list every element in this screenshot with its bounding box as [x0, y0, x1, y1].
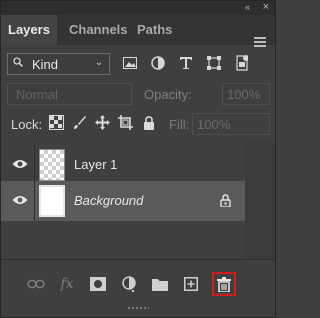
adjustment-layer-icon[interactable] [119, 274, 139, 294]
visibility-eye-icon[interactable] [12, 194, 28, 206]
smart-object-filter-icon[interactable] [233, 54, 251, 72]
panel-menu-icon[interactable] [254, 37, 266, 49]
shape-filter-icon[interactable] [205, 54, 223, 72]
fill-field[interactable]: 100% [192, 113, 270, 135]
delete-layer-icon [217, 276, 231, 292]
delete-layer-button[interactable] [212, 272, 236, 296]
search-icon [13, 57, 23, 67]
lock-label: Lock: [11, 117, 43, 132]
lock-all-icon[interactable] [140, 114, 157, 131]
type-filter-icon[interactable] [177, 54, 195, 72]
bottom-icons-group: fx [26, 272, 236, 296]
layer-name[interactable]: Layer 1 [74, 157, 117, 172]
add-mask-icon[interactable] [88, 274, 108, 294]
layers-bottom-toolbar: fx [1, 260, 275, 312]
link-layers-icon[interactable] [26, 274, 46, 294]
layers-panel: « × Layers Channels Paths Kind ⌄ Normal … [0, 0, 276, 318]
opacity-label: Opacity: [144, 87, 192, 102]
filter-icons-group [121, 54, 251, 72]
layer-thumbnail [39, 149, 65, 181]
lock-image-pixels-icon[interactable] [71, 114, 88, 131]
panel-title-strip: « × [1, 1, 275, 15]
new-layer-icon[interactable] [181, 274, 201, 294]
tab-layers[interactable]: Layers [1, 15, 57, 45]
close-panel-icon[interactable]: × [263, 1, 269, 13]
adjustment-filter-icon[interactable] [149, 54, 167, 72]
visibility-eye-icon[interactable] [12, 158, 28, 170]
layers-scroll-area[interactable] [245, 141, 275, 259]
blend-mode-select[interactable]: Normal [7, 83, 132, 105]
lock-transparent-pixels-icon[interactable] [48, 114, 65, 131]
lock-position-icon[interactable] [94, 114, 111, 131]
kind-filter-select[interactable]: Kind ⌄ [7, 53, 110, 75]
tab-channels[interactable]: Channels [62, 15, 135, 45]
lock-artboard-icon[interactable] [117, 114, 134, 131]
layer-row-background[interactable]: Background [1, 181, 245, 221]
collapse-panel-icon[interactable]: « [245, 2, 250, 12]
layer-lock-icon[interactable] [220, 194, 231, 207]
chevron-down-icon: ⌄ [94, 57, 103, 68]
layer-thumbnail [39, 185, 65, 217]
panel-resize-grip[interactable] [127, 306, 149, 310]
tab-paths[interactable]: Paths [130, 15, 179, 45]
panel-tab-bar: Layers Channels Paths [1, 15, 275, 47]
layer-row-layer-1[interactable]: Layer 1 [1, 145, 245, 185]
kind-filter-label: Kind [32, 57, 59, 72]
lock-icons-group [48, 114, 157, 131]
opacity-field[interactable]: 100% [222, 83, 270, 105]
new-group-icon[interactable] [150, 274, 170, 294]
fx-icon[interactable]: fx [57, 274, 77, 294]
fill-label: Fill: [169, 117, 190, 132]
layers-list: Layer 1 Background [1, 141, 275, 259]
image-filter-icon[interactable] [121, 54, 139, 72]
layer-name[interactable]: Background [74, 193, 143, 208]
